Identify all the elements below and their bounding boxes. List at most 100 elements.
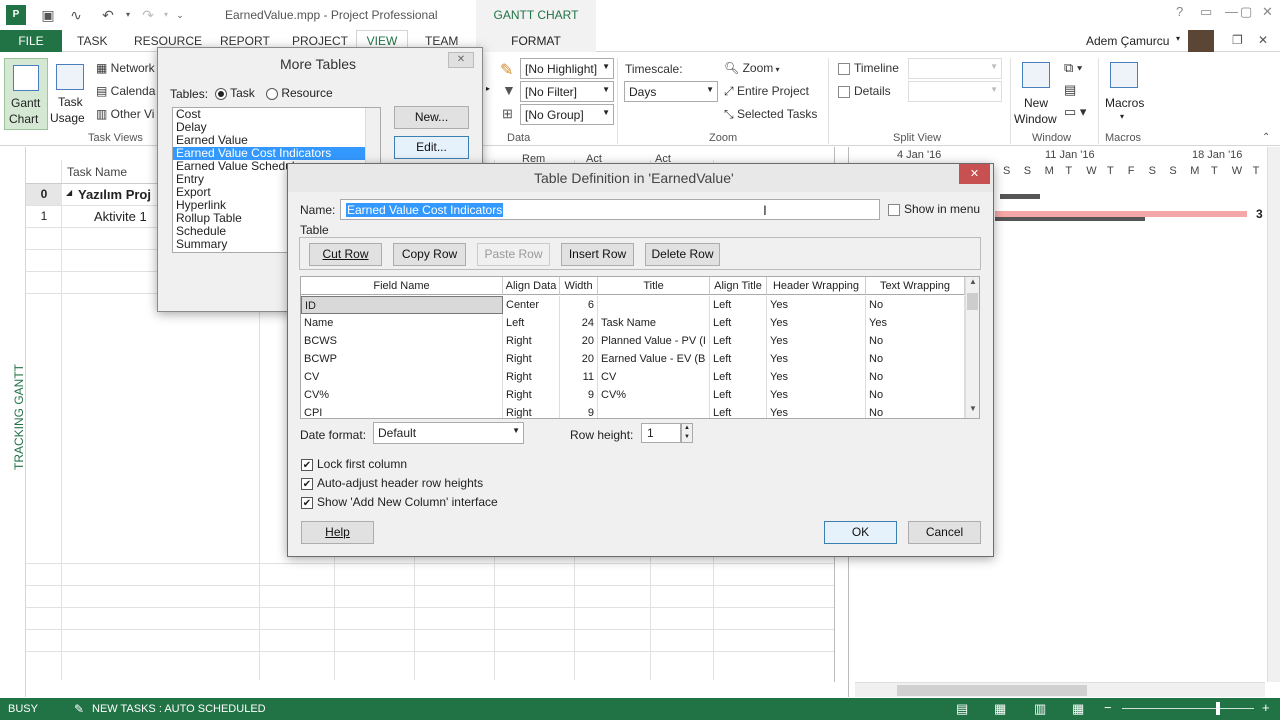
- timeline-icon[interactable]: ∿: [66, 5, 86, 25]
- grid-cell[interactable]: Center: [503, 296, 560, 314]
- details-checkbox-box[interactable]: [838, 85, 850, 98]
- insert-row-button[interactable]: Insert Row: [561, 243, 634, 266]
- zoom-slider[interactable]: [1122, 708, 1254, 709]
- collapse-ribbon-icon[interactable]: ⌃: [1262, 132, 1270, 143]
- grid-cell[interactable]: 20: [560, 332, 598, 350]
- highlight-select[interactable]: [No Highlight] ▼: [520, 58, 614, 79]
- resource-sheet-shortcut-icon[interactable]: ▦: [1072, 701, 1084, 717]
- close-document-icon[interactable]: ✕: [1258, 33, 1268, 47]
- grid-cell[interactable]: Yes: [767, 314, 866, 332]
- grid-cell[interactable]: Right: [503, 386, 560, 404]
- cancel-button[interactable]: Cancel: [908, 521, 981, 544]
- field-grid[interactable]: Field Name Align Data Width Title Align Titl…: [300, 276, 980, 419]
- switch-windows-icon[interactable]: ▭ ▾: [1064, 104, 1086, 120]
- status-new-tasks[interactable]: NEW TASKS : AUTO SCHEDULED: [92, 703, 266, 715]
- tab-task[interactable]: TASK: [77, 34, 107, 48]
- grid-cell[interactable]: 24: [560, 314, 598, 332]
- gantt-chart-button[interactable]: Gantt Chart: [4, 58, 48, 130]
- timeline-checkbox-box[interactable]: [838, 62, 850, 75]
- maximize-icon[interactable]: ▢: [1240, 4, 1252, 20]
- lock-first-column-checkbox[interactable]: Lock first column: [301, 457, 407, 471]
- new-table-button[interactable]: New...: [394, 106, 469, 129]
- grid-header[interactable]: Align Data: [503, 277, 560, 295]
- close-icon[interactable]: ✕: [448, 52, 474, 68]
- timeline-checkbox[interactable]: Timeline: [838, 61, 899, 75]
- grid-cell[interactable]: No: [866, 404, 965, 418]
- help-icon[interactable]: ?: [1176, 4, 1183, 19]
- timeline-view-select[interactable]: ▼: [908, 58, 1002, 79]
- grid-cell[interactable]: [598, 404, 710, 418]
- grid-cell[interactable]: Right: [503, 332, 560, 350]
- date-format-select[interactable]: Default ▼: [373, 422, 524, 444]
- grid-cell[interactable]: Right: [503, 404, 560, 418]
- tab-file[interactable]: FILE: [0, 30, 62, 52]
- selected-tasks-button[interactable]: ⤡ Selected Tasks: [724, 107, 817, 122]
- resource-views-dropdown-icon[interactable]: ▸: [486, 84, 490, 93]
- scrollbar-thumb[interactable]: [967, 293, 978, 310]
- gantt-view-shortcut-icon[interactable]: ▤: [956, 701, 968, 717]
- grid-cell[interactable]: CV: [301, 368, 503, 386]
- task-usage-shortcut-icon[interactable]: ▦: [994, 701, 1006, 717]
- grid-cell[interactable]: Left: [710, 350, 767, 368]
- calendar-button[interactable]: ▤ Calenda: [96, 84, 155, 98]
- grid-cell[interactable]: Yes: [866, 314, 965, 332]
- avatar[interactable]: [1188, 30, 1214, 52]
- grid-cell[interactable]: Yes: [767, 332, 866, 350]
- zoom-button[interactable]: 🔍︎ Zoom ▾: [724, 61, 780, 75]
- user-name[interactable]: Adem Çamurcu: [1086, 34, 1169, 48]
- tab-resource[interactable]: RESOURCE: [134, 34, 202, 48]
- network-diagram-button[interactable]: ▦ Network: [96, 61, 155, 75]
- macros-button[interactable]: Macros ▾: [1102, 58, 1148, 130]
- group-select[interactable]: [No Group] ▼: [520, 104, 614, 125]
- collapse-triangle-icon[interactable]: ◢: [66, 188, 72, 197]
- grid-cell[interactable]: 11: [560, 368, 598, 386]
- zoom-in-icon[interactable]: +: [1262, 700, 1270, 715]
- team-planner-shortcut-icon[interactable]: ▥: [1034, 701, 1046, 717]
- grid-cell[interactable]: CV: [598, 368, 710, 386]
- grid-cell[interactable]: Yes: [767, 386, 866, 404]
- arrange-all-icon[interactable]: ⧉ ▾: [1064, 60, 1082, 76]
- grid-header[interactable]: Header Wrapping: [767, 277, 866, 295]
- vertical-scrollbar[interactable]: [1267, 147, 1280, 682]
- tab-report[interactable]: REPORT: [220, 34, 270, 48]
- grid-cell[interactable]: Left: [710, 386, 767, 404]
- resource-radio[interactable]: Resource: [266, 86, 333, 100]
- grid-header[interactable]: Width: [560, 277, 598, 295]
- copy-row-button[interactable]: Copy Row: [393, 243, 466, 266]
- save-icon[interactable]: ▣: [38, 5, 58, 25]
- row-height-input[interactable]: 1: [641, 423, 681, 443]
- hide-window-icon[interactable]: ▤: [1064, 82, 1076, 98]
- delete-row-button[interactable]: Delete Row: [645, 243, 720, 266]
- close-window-icon[interactable]: ✕: [1262, 4, 1273, 20]
- grid-header[interactable]: Field Name: [301, 277, 503, 295]
- grid-cell[interactable]: No: [866, 332, 965, 350]
- tab-format[interactable]: FORMAT: [476, 30, 596, 52]
- grid-cell[interactable]: 9: [560, 386, 598, 404]
- minimize-icon[interactable]: —: [1225, 4, 1238, 19]
- help-button[interactable]: Help: [301, 521, 374, 544]
- grid-scrollbar[interactable]: ▲ ▼: [965, 277, 979, 418]
- paste-row-button[interactable]: Paste Row: [477, 243, 550, 266]
- ribbon-display-icon[interactable]: ▭: [1200, 4, 1212, 20]
- grid-cell[interactable]: 9: [560, 404, 598, 418]
- grid-cell[interactable]: Yes: [767, 404, 866, 418]
- task-radio[interactable]: Task: [215, 86, 255, 100]
- other-views-button[interactable]: ▥ Other Vi: [96, 107, 154, 121]
- filter-select[interactable]: [No Filter] ▼: [520, 81, 614, 102]
- task-name-cell[interactable]: Yazılım Proj: [78, 187, 151, 202]
- grid-cell[interactable]: 20: [560, 350, 598, 368]
- entire-project-button[interactable]: ⤢ Entire Project: [724, 84, 809, 99]
- grid-cell[interactable]: Planned Value - PV (I: [598, 332, 710, 350]
- close-icon[interactable]: ✕: [959, 164, 990, 184]
- ok-button[interactable]: OK: [824, 521, 897, 544]
- grid-header[interactable]: Text Wrapping: [866, 277, 965, 295]
- table-name-input[interactable]: Earned Value Cost Indicators: [340, 199, 880, 220]
- scroll-up-icon[interactable]: ▲: [969, 277, 977, 286]
- task-bar[interactable]: [995, 217, 1145, 221]
- tab-team[interactable]: TEAM: [425, 34, 458, 48]
- grid-cell[interactable]: BCWS: [301, 332, 503, 350]
- scrollbar-thumb[interactable]: [897, 685, 1087, 696]
- task-name-cell[interactable]: Aktivite 1: [94, 209, 147, 224]
- zoom-slider-thumb[interactable]: [1216, 702, 1220, 715]
- new-window-button[interactable]: New Window: [1014, 58, 1060, 130]
